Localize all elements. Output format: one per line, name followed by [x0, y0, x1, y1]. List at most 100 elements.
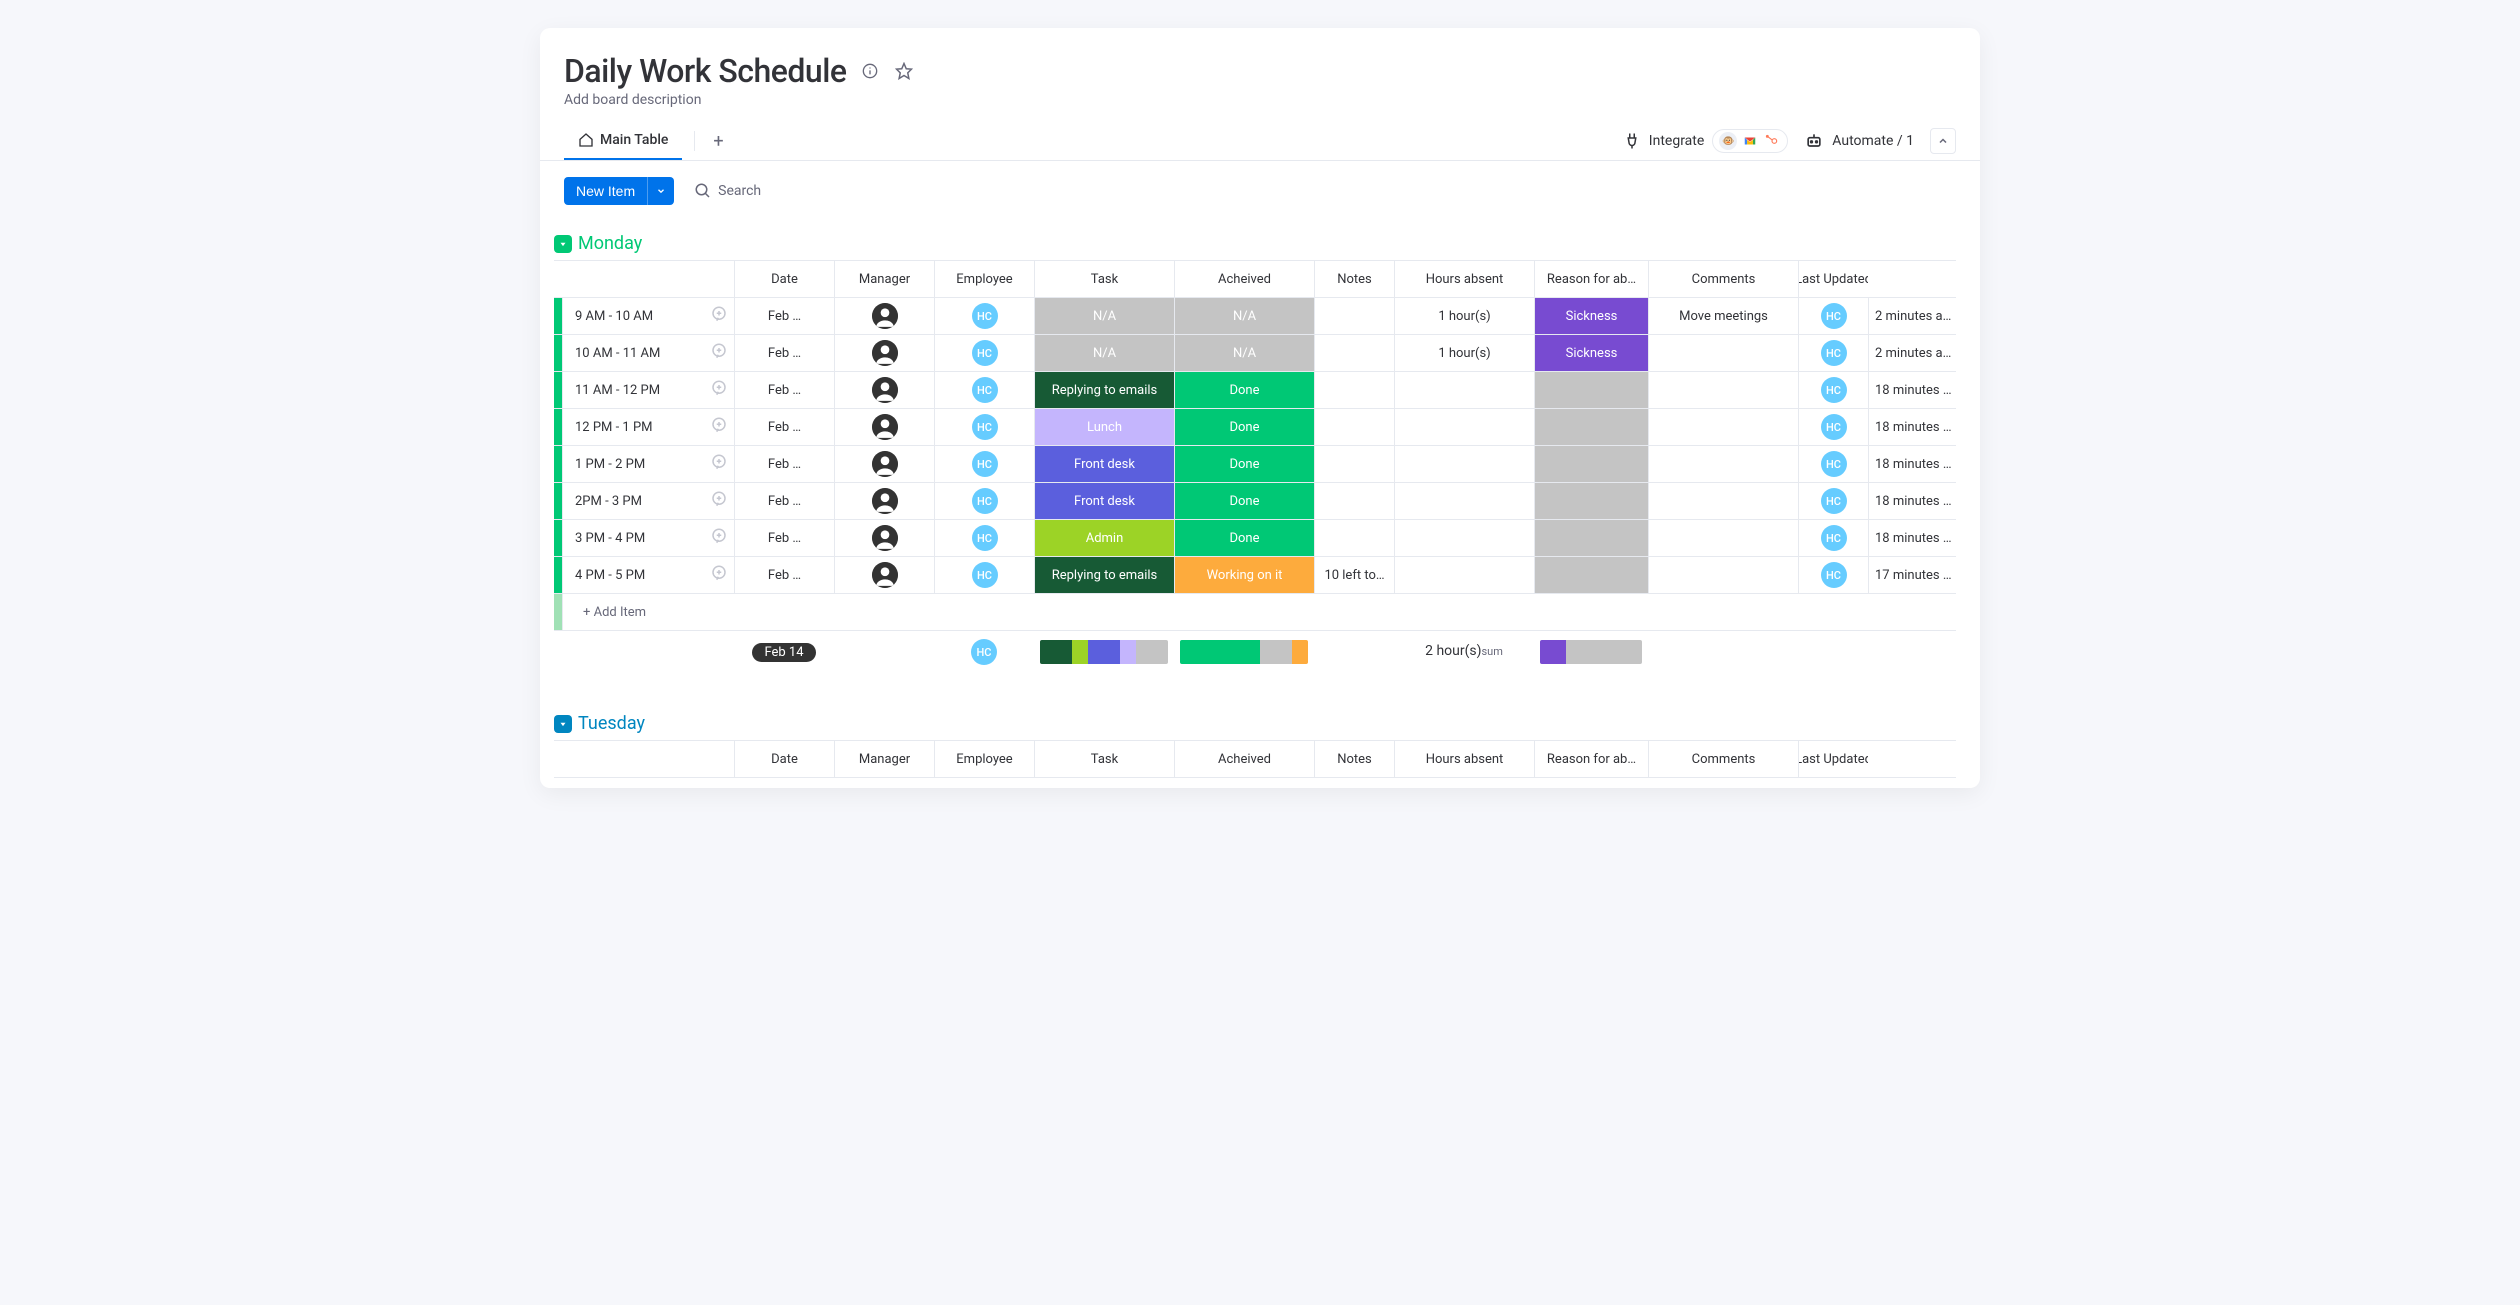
new-item-button[interactable]: New Item [564, 177, 647, 205]
hours-absent-cell[interactable] [1394, 446, 1534, 482]
employee-cell[interactable]: HC [934, 298, 1034, 334]
column-header[interactable]: Date [734, 261, 834, 297]
hours-absent-cell[interactable] [1394, 483, 1534, 519]
table-row[interactable]: 10 AM - 11 AM Feb … HC N/A N/A 1 hour(s)… [554, 335, 1956, 372]
date-cell[interactable]: Feb … [734, 298, 834, 334]
task-cell[interactable]: N/A [1034, 298, 1174, 334]
star-icon[interactable] [893, 60, 915, 82]
employee-cell[interactable]: HC [934, 446, 1034, 482]
add-item-row[interactable]: + Add Item [554, 594, 1956, 631]
new-item-split-button[interactable]: New Item [564, 177, 674, 205]
time-slot-cell[interactable]: 3 PM - 4 PM [562, 520, 734, 556]
chat-icon[interactable] [710, 416, 728, 434]
achieved-cell[interactable]: Done [1174, 372, 1314, 408]
date-cell[interactable]: Feb … [734, 520, 834, 556]
group-collapse-button[interactable] [554, 235, 572, 253]
column-header[interactable]: Hours absent [1394, 741, 1534, 777]
group-title[interactable]: Tuesday [578, 713, 645, 734]
notes-cell[interactable] [1314, 446, 1394, 482]
task-cell[interactable]: Replying to emails [1034, 372, 1174, 408]
achieved-cell[interactable]: Working on it [1174, 557, 1314, 593]
column-header[interactable]: Employee [934, 741, 1034, 777]
column-header[interactable]: Notes [1314, 741, 1394, 777]
add-view-button[interactable]: + [707, 125, 729, 158]
manager-cell[interactable] [834, 446, 934, 482]
task-cell[interactable]: Lunch [1034, 409, 1174, 445]
group-title[interactable]: Monday [578, 233, 642, 254]
comments-cell[interactable] [1648, 446, 1798, 482]
task-cell[interactable]: N/A [1034, 335, 1174, 371]
employee-cell[interactable]: HC [934, 372, 1034, 408]
chat-icon[interactable] [710, 453, 728, 471]
time-slot-cell[interactable]: 12 PM - 1 PM [562, 409, 734, 445]
chat-icon[interactable] [710, 305, 728, 323]
reason-cell[interactable] [1534, 372, 1648, 408]
chat-icon[interactable] [710, 564, 728, 582]
automate-button[interactable]: Automate / 1 [1804, 131, 1914, 151]
time-slot-cell[interactable]: 2PM - 3 PM [562, 483, 734, 519]
employee-cell[interactable]: HC [934, 483, 1034, 519]
notes-cell[interactable] [1314, 298, 1394, 334]
column-header[interactable]: Last Updated [1798, 741, 1868, 777]
collapse-header-button[interactable] [1930, 128, 1956, 154]
column-header[interactable]: Task [1034, 741, 1174, 777]
reason-cell[interactable] [1534, 557, 1648, 593]
comments-cell[interactable] [1648, 483, 1798, 519]
achieved-cell[interactable]: Done [1174, 520, 1314, 556]
manager-cell[interactable] [834, 372, 934, 408]
task-cell[interactable]: Replying to emails [1034, 557, 1174, 593]
reason-cell[interactable] [1534, 520, 1648, 556]
achieved-cell[interactable]: Done [1174, 409, 1314, 445]
date-cell[interactable]: Feb … [734, 483, 834, 519]
time-slot-cell[interactable]: 11 AM - 12 PM [562, 372, 734, 408]
achieved-cell[interactable]: N/A [1174, 298, 1314, 334]
comments-cell[interactable]: Move meetings [1648, 298, 1798, 334]
reason-cell[interactable] [1534, 483, 1648, 519]
notes-cell[interactable] [1314, 335, 1394, 371]
tab-main-table[interactable]: Main Table [564, 122, 682, 160]
time-slot-cell[interactable]: 9 AM - 10 AM [562, 298, 734, 334]
comments-cell[interactable] [1648, 409, 1798, 445]
notes-cell[interactable]: 10 left to… [1314, 557, 1394, 593]
manager-cell[interactable] [834, 557, 934, 593]
reason-cell[interactable] [1534, 446, 1648, 482]
date-cell[interactable]: Feb … [734, 409, 834, 445]
reason-cell[interactable]: Sickness [1534, 335, 1648, 371]
notes-cell[interactable] [1314, 520, 1394, 556]
notes-cell[interactable] [1314, 483, 1394, 519]
search-button[interactable]: Search [694, 182, 761, 200]
table-row[interactable]: 11 AM - 12 PM Feb … HC Replying to email… [554, 372, 1956, 409]
hours-absent-cell[interactable]: 1 hour(s) [1394, 335, 1534, 371]
date-cell[interactable]: Feb … [734, 335, 834, 371]
table-row[interactable]: 1 PM - 2 PM Feb … HC Front desk Done HC … [554, 446, 1956, 483]
hours-absent-cell[interactable] [1394, 409, 1534, 445]
task-cell[interactable]: Admin [1034, 520, 1174, 556]
column-header[interactable]: Reason for ab… [1534, 741, 1648, 777]
column-header[interactable]: Comments [1648, 741, 1798, 777]
chat-icon[interactable] [710, 379, 728, 397]
hours-absent-cell[interactable]: 1 hour(s) [1394, 298, 1534, 334]
board-description[interactable]: Add board description [564, 92, 1956, 108]
date-cell[interactable]: Feb … [734, 372, 834, 408]
comments-cell[interactable] [1648, 520, 1798, 556]
chat-icon[interactable] [710, 490, 728, 508]
employee-cell[interactable]: HC [934, 557, 1034, 593]
info-icon[interactable] [859, 60, 881, 82]
column-header[interactable]: Last Updated [1798, 261, 1868, 297]
table-row[interactable]: 9 AM - 10 AM Feb … HC N/A N/A 1 hour(s) … [554, 298, 1956, 335]
column-header[interactable]: Task [1034, 261, 1174, 297]
table-row[interactable]: 12 PM - 1 PM Feb … HC Lunch Done HC 18 m… [554, 409, 1956, 446]
task-cell[interactable]: Front desk [1034, 446, 1174, 482]
comments-cell[interactable] [1648, 372, 1798, 408]
hours-absent-cell[interactable] [1394, 557, 1534, 593]
column-header[interactable]: Acheived [1174, 741, 1314, 777]
reason-cell[interactable]: Sickness [1534, 298, 1648, 334]
achieved-cell[interactable]: N/A [1174, 335, 1314, 371]
employee-cell[interactable]: HC [934, 409, 1034, 445]
time-slot-cell[interactable]: 1 PM - 2 PM [562, 446, 734, 482]
column-header[interactable]: Notes [1314, 261, 1394, 297]
chat-icon[interactable] [710, 527, 728, 545]
task-cell[interactable]: Front desk [1034, 483, 1174, 519]
notes-cell[interactable] [1314, 409, 1394, 445]
hours-absent-cell[interactable] [1394, 372, 1534, 408]
